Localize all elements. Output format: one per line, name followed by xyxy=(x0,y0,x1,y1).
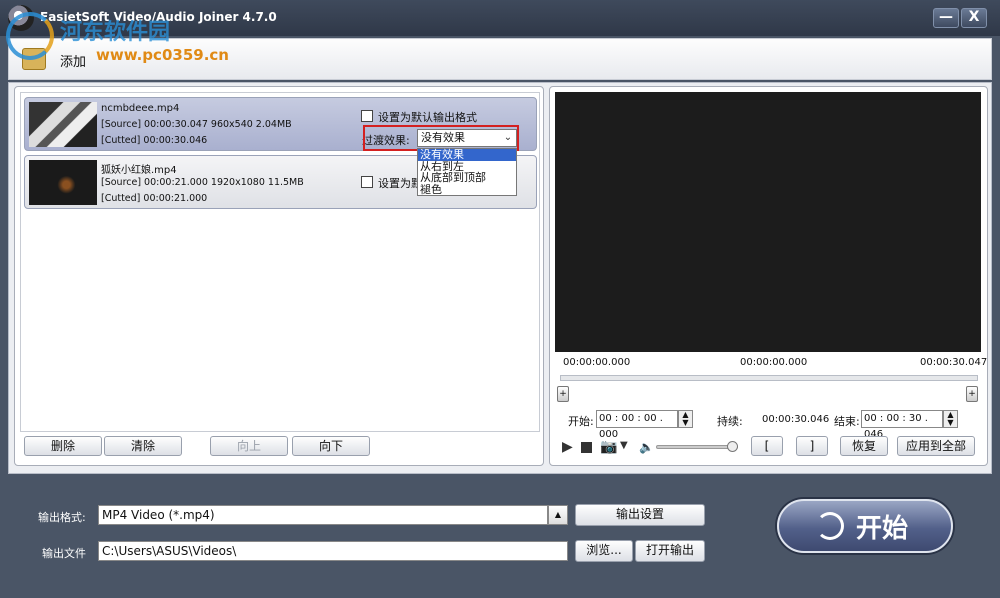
end-time-label: 结束: xyxy=(834,415,860,428)
volume-icon[interactable]: 🔈 xyxy=(639,440,654,454)
play-icon[interactable]: ▶ xyxy=(562,439,573,455)
timeline-current-time: 00:00:00.000 xyxy=(740,357,808,368)
file-cutted-info: [Cutted] 00:00:30.046 xyxy=(101,135,208,146)
watermark-url: www.pc0359.cn xyxy=(96,46,229,64)
output-settings-button[interactable]: 输出设置 xyxy=(575,504,705,526)
minimize-button[interactable]: — xyxy=(933,8,959,28)
dropdown-option[interactable]: 从底部到顶部 xyxy=(418,172,516,184)
file-source-info: [Source] 00:00:21.000 1920x1080 11.5MB xyxy=(101,177,304,188)
apply-to-all-button[interactable]: 应用到全部 xyxy=(897,436,975,456)
output-format-label: 输出格式: xyxy=(38,511,86,524)
add-files-button[interactable]: 添加 xyxy=(60,51,86,70)
dropdown-option[interactable]: 褪色 xyxy=(418,184,516,196)
start-time-input[interactable]: 00 : 00 : 00 . 000 xyxy=(596,410,678,440)
file-name: ncmbdeee.mp4 xyxy=(101,103,180,114)
default-format-label: 设置为默认输出格式 xyxy=(378,111,477,124)
volume-slider[interactable] xyxy=(656,445,738,449)
close-button[interactable]: X xyxy=(961,8,987,28)
trim-start-handle[interactable]: + xyxy=(557,386,569,402)
duration-value: 00:00:30.046 xyxy=(762,414,830,425)
end-time-input[interactable]: 00 : 00 : 30 . 046 xyxy=(861,410,943,440)
timeline-start-time: 00:00:00.000 xyxy=(563,357,631,368)
output-format-select[interactable]: MP4 Video (*.mp4) xyxy=(98,505,548,525)
timeline-end-time: 00:00:30.047 xyxy=(920,357,988,368)
mark-out-button[interactable]: ] xyxy=(796,436,828,456)
file-name: 狐妖小红娘.mp4 xyxy=(101,165,177,176)
trim-end-handle[interactable]: + xyxy=(966,386,978,402)
chevron-up-icon[interactable]: ▲ xyxy=(548,505,568,525)
watermark-site-name: 河东软件园 xyxy=(60,20,171,45)
delete-button[interactable]: 删除 xyxy=(24,436,102,456)
clear-button[interactable]: 清除 xyxy=(104,436,182,456)
video-preview xyxy=(555,92,981,352)
volume-knob[interactable] xyxy=(727,441,738,452)
output-file-input[interactable]: C:\Users\ASUS\Videos\ xyxy=(98,541,568,561)
start-time-label: 开始: xyxy=(568,415,594,428)
mark-in-button[interactable]: [ xyxy=(751,436,783,456)
transition-dropdown[interactable]: 没有效果 从右到左 从底部到顶部 褪色 xyxy=(417,148,517,196)
default-format-checkbox[interactable] xyxy=(361,176,373,188)
open-output-button[interactable]: 打开输出 xyxy=(635,540,705,562)
file-source-info: [Source] 00:00:30.047 960x540 2.04MB xyxy=(101,119,292,130)
default-format-checkbox[interactable] xyxy=(361,110,373,122)
video-thumbnail xyxy=(29,102,97,147)
file-cutted-info: [Cutted] 00:00:21.000 xyxy=(101,193,208,204)
video-thumbnail xyxy=(29,160,97,205)
start-button-label[interactable]: 开始 xyxy=(856,508,908,545)
output-file-label: 输出文件 xyxy=(42,547,86,560)
stop-icon[interactable] xyxy=(581,442,592,453)
restore-button[interactable]: 恢复 xyxy=(840,436,888,456)
browse-button[interactable]: 浏览... xyxy=(575,540,633,562)
move-up-button[interactable]: 向上 xyxy=(210,436,288,456)
duration-label: 持续: xyxy=(717,415,743,428)
move-down-button[interactable]: 向下 xyxy=(292,436,370,456)
timeline-slider[interactable] xyxy=(560,375,978,381)
dropdown-option[interactable]: 没有效果 xyxy=(418,149,516,161)
snapshot-dropdown-icon[interactable]: ▼ xyxy=(620,440,628,451)
camera-icon[interactable]: 📷 xyxy=(600,439,617,455)
refresh-icon[interactable] xyxy=(816,512,844,540)
watermark-logo-icon xyxy=(6,12,54,60)
end-time-spinner[interactable]: ▲ ▼ xyxy=(943,410,958,428)
start-time-spinner[interactable]: ▲ ▼ xyxy=(678,410,693,428)
